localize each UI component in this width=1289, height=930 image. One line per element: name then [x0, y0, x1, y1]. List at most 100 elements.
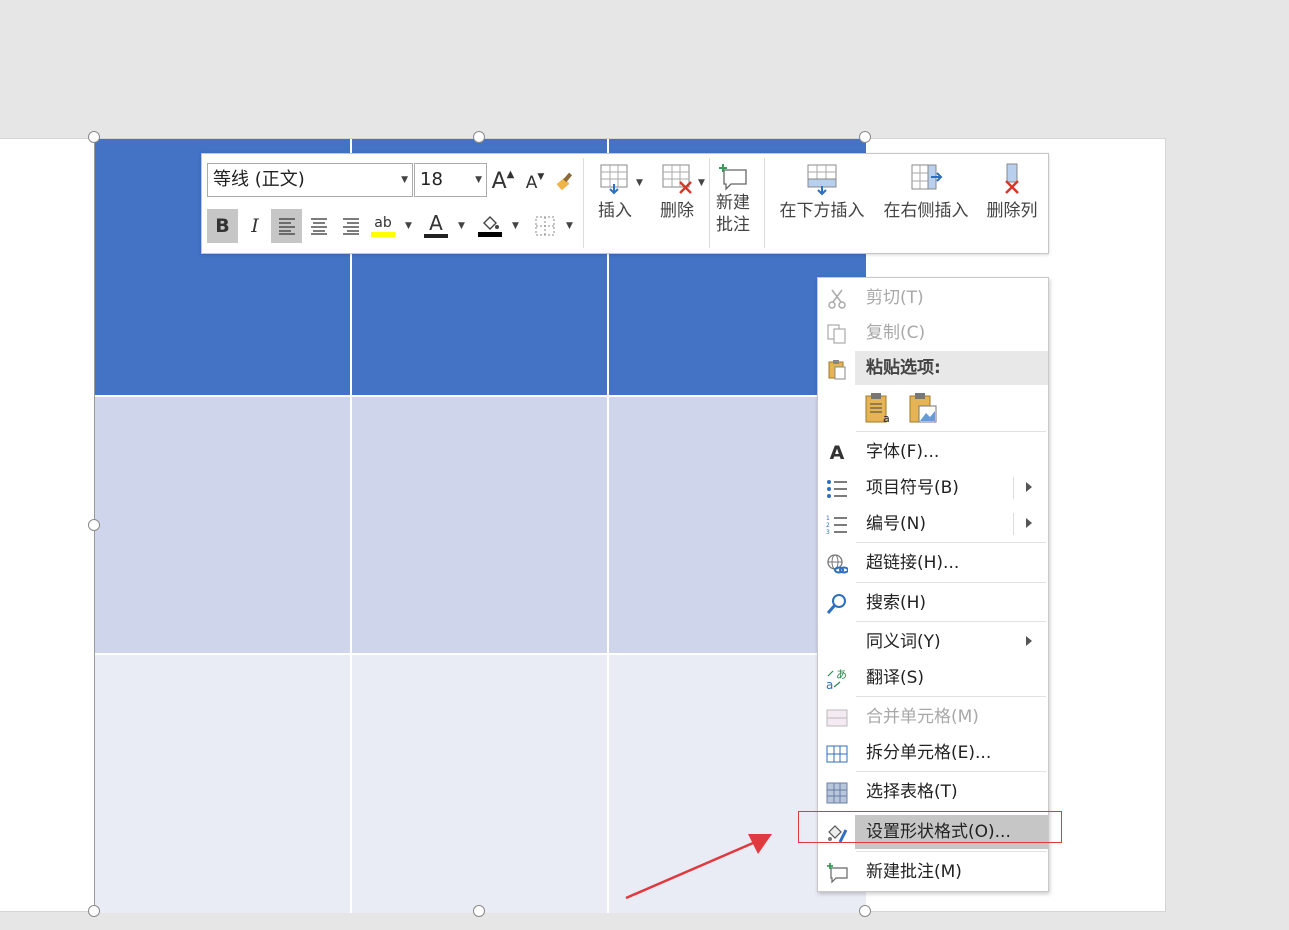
- chevron-down-icon[interactable]: ▼: [698, 178, 705, 188]
- table-cell[interactable]: [95, 397, 352, 655]
- copy-icon: [827, 324, 846, 344]
- shading-color-bar: [478, 232, 502, 237]
- insert-button[interactable]: 插入: [592, 162, 638, 221]
- insert-below-icon: [807, 164, 837, 196]
- menu-item-bullets[interactable]: 项目符号(B): [818, 471, 1048, 505]
- context-menu: 剪切(T) 复制(C) 粘贴选项: a A 字体(F)... 项目符号(B) 1…: [817, 277, 1049, 892]
- font-color-bar: [424, 234, 448, 238]
- submenu-divider: [1013, 513, 1014, 535]
- chevron-down-icon[interactable]: ▼: [512, 221, 519, 231]
- align-center-button[interactable]: [303, 209, 334, 243]
- insert-table-icon: [600, 164, 628, 195]
- italic-button[interactable]: I: [240, 209, 270, 243]
- paint-bucket-icon: [483, 216, 499, 230]
- resize-handle-top-right[interactable]: [859, 131, 871, 143]
- resize-handle-left[interactable]: [88, 519, 100, 531]
- annotation-arrow: [625, 834, 772, 900]
- delete-button[interactable]: 删除: [654, 162, 700, 221]
- grow-font-icon[interactable]: A ▲: [490, 166, 516, 196]
- paste-picture-button[interactable]: [908, 392, 938, 426]
- clipboard-icon: [828, 360, 846, 380]
- chevron-down-icon[interactable]: ▼: [405, 221, 412, 231]
- new-comment-icon: [827, 863, 848, 884]
- new-comment-button[interactable]: 新建 批注: [711, 162, 755, 236]
- chevron-down-icon[interactable]: ▼: [458, 221, 465, 231]
- insert-right-icon: [911, 164, 943, 190]
- menu-item-cut[interactable]: 剪切(T): [818, 281, 1048, 315]
- bullets-icon: [827, 480, 847, 498]
- delete-column-button[interactable]: 删除列: [980, 162, 1044, 221]
- resize-handle-top[interactable]: [473, 131, 485, 143]
- chevron-down-icon[interactable]: ▼: [475, 164, 482, 196]
- font-size-combo[interactable]: 18 ▼: [414, 163, 487, 197]
- toolbar-separator: [583, 158, 584, 248]
- resize-handle-bottom[interactable]: [473, 905, 485, 917]
- merge-cells-icon: [826, 709, 848, 727]
- menu-item-select-table[interactable]: 选择表格(T): [818, 775, 1048, 809]
- shrink-font-icon[interactable]: A ▼: [522, 168, 548, 198]
- submenu-arrow-icon: [1026, 518, 1032, 528]
- borders-icon: [535, 216, 555, 236]
- numbering-icon: 123: [826, 515, 847, 536]
- delete-column-icon: [1005, 163, 1019, 194]
- font-size-value: 18: [420, 169, 443, 190]
- split-cells-icon: [826, 745, 848, 763]
- menu-separator: [856, 771, 1046, 772]
- bold-button[interactable]: B: [207, 209, 238, 243]
- chevron-down-icon[interactable]: ▼: [636, 178, 643, 188]
- menu-separator: [856, 582, 1046, 583]
- resize-handle-bottom-left[interactable]: [88, 905, 100, 917]
- submenu-divider: [1013, 477, 1014, 499]
- align-left-button[interactable]: [271, 209, 302, 243]
- align-right-icon: [342, 218, 359, 235]
- menu-item-new-comment[interactable]: 新建批注(M): [818, 855, 1048, 889]
- menu-item-translate[interactable]: aあ 翻译(S): [818, 661, 1048, 695]
- menu-item-hyperlink[interactable]: 超链接(H)...: [818, 546, 1048, 580]
- font-name-combo[interactable]: 等线 (正文) ▼: [207, 163, 413, 197]
- insert-right-button[interactable]: 在右侧插入: [878, 162, 974, 221]
- menu-item-synonyms[interactable]: 同义词(Y): [818, 625, 1048, 659]
- chevron-down-icon[interactable]: ▼: [566, 221, 573, 231]
- borders-button[interactable]: [530, 209, 560, 243]
- highlight-color-bar: [371, 231, 395, 237]
- menu-separator: [856, 621, 1046, 622]
- table-cell[interactable]: [352, 655, 609, 913]
- font-name-value: 等线 (正文): [213, 169, 305, 190]
- font-color-button[interactable]: A: [421, 209, 451, 243]
- resize-handle-top-left[interactable]: [88, 131, 100, 143]
- chevron-down-icon[interactable]: ▼: [401, 164, 408, 196]
- align-right-button[interactable]: [335, 209, 366, 243]
- menu-item-search[interactable]: 搜索(H): [818, 586, 1048, 620]
- select-table-icon: [826, 782, 848, 804]
- svg-text:あ: あ: [836, 668, 847, 681]
- menu-item-font[interactable]: A 字体(F)...: [818, 435, 1048, 469]
- paste-picture-icon: [909, 393, 937, 423]
- table-cell[interactable]: [95, 655, 352, 913]
- align-center-icon: [310, 218, 327, 235]
- paste-keep-text-button[interactable]: a: [864, 392, 894, 426]
- scissors-icon: [828, 289, 846, 309]
- table[interactable]: [94, 139, 866, 913]
- menu-item-copy[interactable]: 复制(C): [818, 316, 1048, 350]
- resize-handle-bottom-right[interactable]: [859, 905, 871, 917]
- menu-item-numbering[interactable]: 123 编号(N): [818, 507, 1048, 541]
- submenu-arrow-icon: [1026, 636, 1032, 646]
- hyperlink-icon: [827, 554, 848, 574]
- svg-text:1: 1: [826, 515, 830, 522]
- menu-separator: [856, 696, 1046, 697]
- menu-separator: [856, 542, 1046, 543]
- insert-below-button[interactable]: 在下方插入: [774, 162, 870, 221]
- shading-button[interactable]: [475, 209, 505, 243]
- menu-item-split-cells[interactable]: 拆分单元格(E)...: [818, 736, 1048, 770]
- toolbar-separator: [764, 158, 765, 248]
- submenu-arrow-icon: [1026, 482, 1032, 492]
- format-painter-icon[interactable]: [554, 166, 580, 196]
- paste-options-header: 粘贴选项:: [855, 351, 1048, 385]
- svg-text:a: a: [883, 412, 890, 425]
- menu-item-merge-cells[interactable]: 合并单元格(M): [818, 700, 1048, 734]
- table-cell[interactable]: [352, 397, 609, 655]
- highlight-button[interactable]: ab: [368, 209, 398, 243]
- align-left-icon: [278, 218, 295, 235]
- svg-text:3: 3: [826, 529, 830, 536]
- svg-text:2: 2: [826, 522, 830, 529]
